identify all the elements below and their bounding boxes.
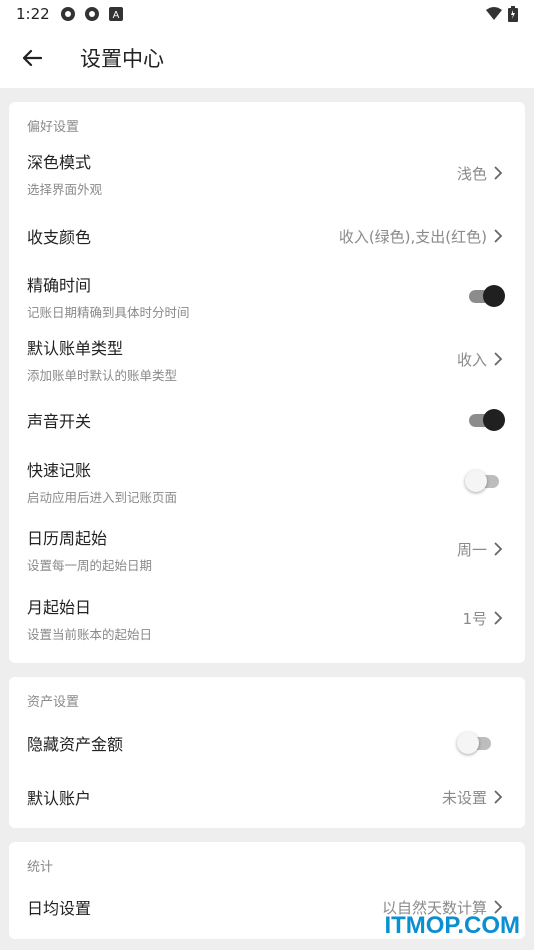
row-title: 默认账户: [27, 789, 92, 808]
row-title: 隐藏资产金额: [27, 735, 124, 754]
row-subtitle: 设置每一周的起始日期: [27, 557, 153, 573]
row-month-start[interactable]: 月起始日 设置当前账本的起始日 1号: [9, 585, 525, 651]
row-quick-record: 快速记账 启动应用后进入到记账页面: [9, 449, 525, 513]
wifi-icon: [486, 7, 502, 20]
chevron-right-icon: [493, 352, 507, 366]
row-title: 日均设置: [27, 899, 92, 918]
row-sound: 声音开关: [9, 391, 525, 449]
row-title: 日历周起始: [27, 528, 108, 548]
chevron-right-icon: [493, 542, 507, 556]
row-precise-time: 精确时间 记账日期精确到具体时分时间: [9, 265, 525, 327]
watermark-logo: ITMOP.COM: [384, 912, 520, 939]
row-value: 收入(绿色),支出(红色): [338, 227, 487, 246]
assets-card: 资产设置 隐藏资产金额 默认账户 未设置: [9, 677, 525, 828]
app-notification-icon-2: [84, 7, 99, 21]
sound-toggle[interactable]: [467, 409, 505, 431]
svg-text:A: A: [112, 10, 119, 21]
row-subtitle: 启动应用后进入到记账页面: [27, 489, 178, 505]
page-title: 设置中心: [80, 47, 164, 71]
row-value: 1号: [462, 609, 487, 628]
row-default-bill-type[interactable]: 默认账单类型 添加账单时默认的账单类型 收入: [9, 327, 525, 391]
row-title: 深色模式: [27, 152, 92, 172]
row-default-account[interactable]: 默认账户 未设置: [9, 772, 525, 822]
back-button[interactable]: [16, 42, 48, 74]
preferences-card: 偏好设置 深色模式 选择界面外观 浅色 收支颜色 收入(绿色),支出(红色) 精…: [9, 102, 525, 663]
row-title: 精确时间: [27, 275, 92, 295]
status-bar: 1:22 A: [0, 0, 534, 28]
app-bar: 设置中心: [0, 28, 534, 88]
app-notification-icon: [60, 7, 75, 21]
row-subtitle: 选择界面外观: [27, 181, 103, 197]
chevron-right-icon: [493, 166, 507, 180]
row-title: 声音开关: [27, 412, 92, 431]
row-subtitle: 记账日期精确到具体时分时间: [27, 304, 190, 320]
settings-content: 偏好设置 深色模式 选择界面外观 浅色 收支颜色 收入(绿色),支出(红色) 精…: [0, 88, 534, 939]
row-colors[interactable]: 收支颜色 收入(绿色),支出(红色): [9, 207, 525, 265]
quick-record-toggle[interactable]: [465, 470, 505, 492]
section-label-assets: 资产设置: [27, 695, 80, 710]
status-time: 1:22: [16, 5, 50, 23]
battery-icon: [508, 6, 518, 22]
row-value: 未设置: [441, 788, 487, 807]
precise-time-toggle[interactable]: [467, 285, 505, 307]
row-week-start[interactable]: 日历周起始 设置每一周的起始日期 周一: [9, 513, 525, 585]
row-title: 月起始日: [27, 597, 92, 617]
row-dark-mode[interactable]: 深色模式 选择界面外观 浅色: [9, 139, 525, 207]
arrow-left-icon: [22, 49, 42, 67]
hide-amount-toggle[interactable]: [457, 732, 497, 754]
row-title: 快速记账: [27, 460, 92, 480]
row-value: 浅色: [456, 164, 487, 183]
row-hide-amount: 隐藏资产金额: [9, 714, 525, 772]
row-subtitle: 设置当前账本的起始日: [27, 626, 153, 642]
chevron-right-icon: [493, 790, 507, 804]
chevron-right-icon: [493, 229, 507, 243]
row-title: 默认账单类型: [27, 338, 124, 358]
font-notification-icon: A: [108, 7, 123, 21]
row-title: 收支颜色: [27, 228, 92, 247]
chevron-right-icon: [493, 611, 507, 625]
row-value: 周一: [456, 540, 487, 559]
row-subtitle: 添加账单时默认的账单类型: [27, 367, 178, 383]
section-label-stats: 统计: [27, 860, 54, 875]
section-label-preferences: 偏好设置: [27, 120, 80, 135]
row-value: 收入: [456, 350, 487, 369]
